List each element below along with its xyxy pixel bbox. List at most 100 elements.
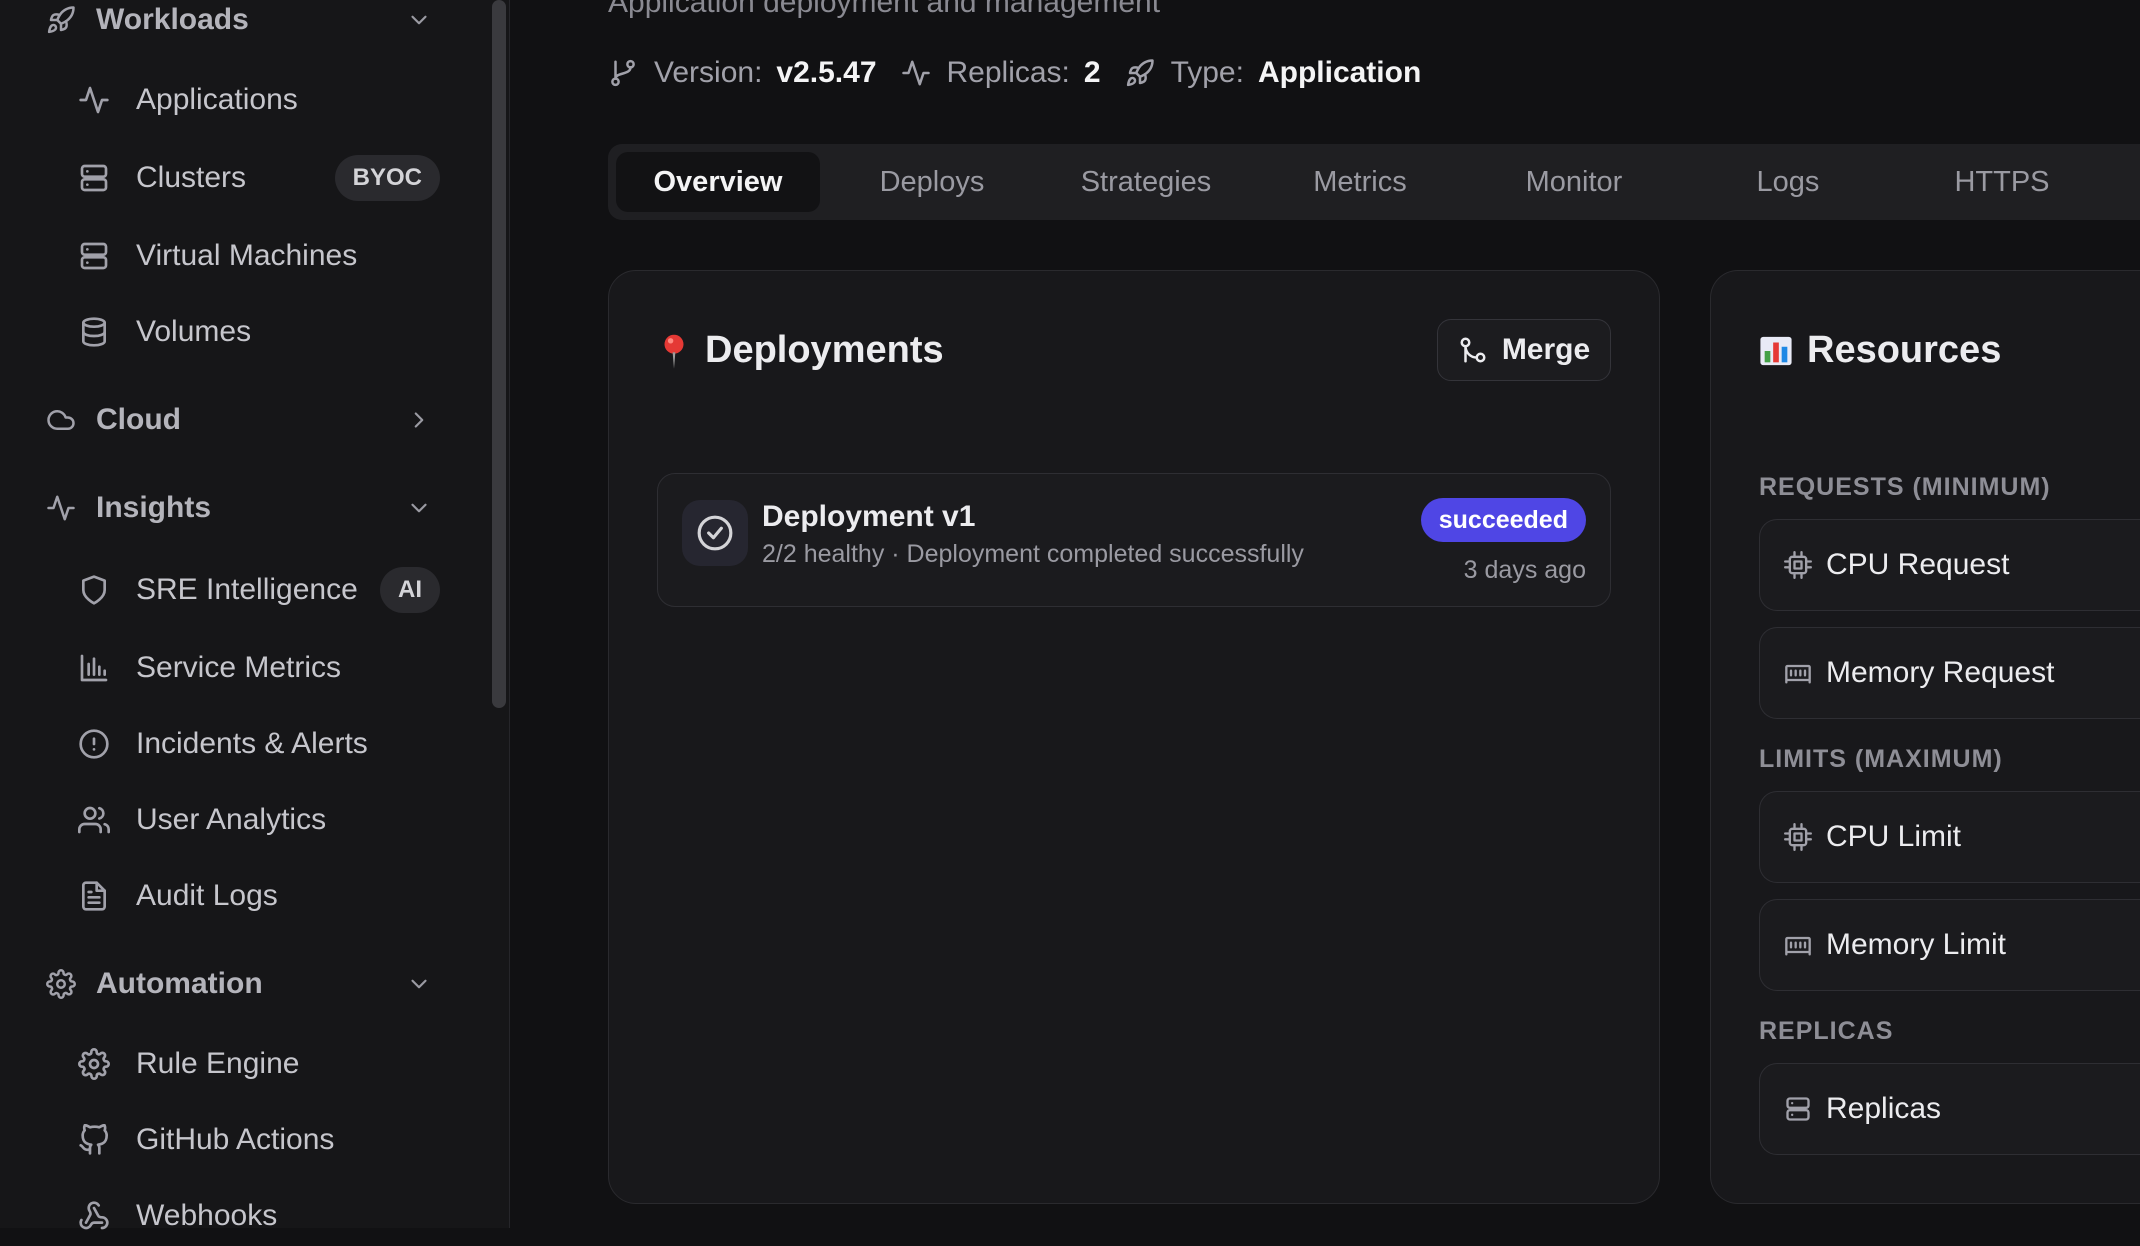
activity-icon <box>46 493 76 523</box>
sidebar-item-label: SRE Intelligence <box>136 573 358 606</box>
page-subtitle: Application deployment and management <box>608 0 1161 19</box>
status-badge: succeeded <box>1420 498 1586 542</box>
sidebar-item-sre-intelligence[interactable]: SRE Intelligence AI <box>78 560 440 620</box>
deployments-card: Deployments Merge Deployment v1 2/2 heal… <box>608 270 1660 1204</box>
chevron-right-icon[interactable] <box>406 407 432 433</box>
chevron-down-icon[interactable] <box>406 971 432 997</box>
cpu-request-row[interactable]: CPU Request <box>1759 519 2140 611</box>
sidebar-item-virtual-machines[interactable]: Virtual Machines <box>78 226 440 286</box>
sidebar-item-label: GitHub Actions <box>136 1123 335 1156</box>
sidebar-item-github-actions[interactable]: GitHub Actions <box>78 1110 440 1170</box>
server-icon <box>78 240 110 272</box>
activity-icon <box>901 58 931 88</box>
memory-request-row[interactable]: Memory Request <box>1759 627 2140 719</box>
git-branch-icon <box>608 58 638 88</box>
memory-icon <box>1785 936 1811 956</box>
sidebar-item-user-analytics[interactable]: User Analytics <box>78 790 440 850</box>
tab-logs[interactable]: Logs <box>1686 152 1890 212</box>
rocket-icon <box>1125 58 1155 88</box>
deployment-time: 3 days ago <box>1463 556 1586 584</box>
sidebar-item-label: Audit Logs <box>136 879 278 912</box>
users-icon <box>78 804 110 836</box>
tab-monitor[interactable]: Monitor <box>1472 152 1676 212</box>
sidebar-item-volumes[interactable]: Volumes <box>78 302 440 362</box>
sidebar-item-label: Rule Engine <box>136 1047 300 1080</box>
sidebar-group-label: Cloud <box>96 403 181 436</box>
sidebar-group-label: Automation <box>96 967 263 1000</box>
rocket-icon <box>46 5 76 35</box>
sidebar-item-label: Volumes <box>136 315 252 348</box>
memory-limit-row[interactable]: Memory Limit <box>1759 899 2140 991</box>
sidebar-group-automation[interactable]: Automation <box>46 958 446 1010</box>
sidebar-item-applications[interactable]: Applications <box>78 70 440 130</box>
shield-icon <box>78 574 110 606</box>
sidebar-scrollbar[interactable] <box>492 0 506 708</box>
version-value: v2.5.47 <box>776 56 877 89</box>
deployments-title: Deployments <box>657 329 944 372</box>
resources-title-text: Resources <box>1807 329 2002 371</box>
cpu-limit-row[interactable]: CPU Limit <box>1759 791 2140 883</box>
app-meta-row: Version: v2.5.47 Replicas: 2 Type: Appli… <box>608 50 1445 96</box>
limits-section-label: LIMITS (MAXIMUM) <box>1759 745 2003 773</box>
replicas-key: Replicas: <box>946 56 1070 89</box>
memory-limit-label: Memory Limit <box>1826 928 2007 961</box>
tab-overview[interactable]: Overview <box>616 152 820 212</box>
sidebar: Workloads Applications Clusters BYOC Vir… <box>0 0 510 1232</box>
sidebar-item-webhooks[interactable]: Webhooks <box>78 1186 440 1246</box>
merge-button[interactable]: Merge <box>1437 319 1611 381</box>
sidebar-group-insights[interactable]: Insights <box>46 482 446 534</box>
sidebar-item-audit-logs[interactable]: Audit Logs <box>78 866 440 926</box>
sidebar-item-label: Virtual Machines <box>136 239 358 272</box>
alert-circle-icon <box>78 728 110 760</box>
version-key: Version: <box>654 56 763 89</box>
tab-bar: Overview Deploys Strategies Metrics Moni… <box>608 144 2140 220</box>
tab-metrics[interactable]: Metrics <box>1258 152 1462 212</box>
pushpin-icon <box>657 332 691 370</box>
sidebar-item-service-metrics[interactable]: Service Metrics <box>78 638 440 698</box>
sidebar-item-label: Applications <box>136 83 298 116</box>
bar-chart-icon <box>78 652 110 684</box>
sidebar-item-label: Clusters <box>136 161 247 194</box>
gear-icon <box>78 1048 110 1080</box>
chevron-down-icon[interactable] <box>406 7 432 33</box>
resources-card: Resources REQUESTS (MINIMUM) CPU Request… <box>1710 270 2140 1204</box>
github-icon <box>78 1124 110 1156</box>
sidebar-group-label: Insights <box>96 491 212 524</box>
server-icon <box>1786 1097 1810 1121</box>
chevron-down-icon[interactable] <box>406 495 432 521</box>
ai-badge: AI <box>380 567 440 613</box>
deployment-row[interactable]: Deployment v1 2/2 healthy · Deployment c… <box>657 473 1611 607</box>
requests-section-label: REQUESTS (MINIMUM) <box>1759 473 2051 501</box>
sidebar-group-label: Workloads <box>96 3 249 36</box>
cloud-icon <box>46 405 76 435</box>
file-text-icon <box>78 880 110 912</box>
sidebar-group-workloads[interactable]: Workloads <box>46 0 446 46</box>
replicas-label: Replicas <box>1826 1092 1942 1125</box>
sidebar-item-label: User Analytics <box>136 803 327 836</box>
tab-https[interactable]: HTTPS <box>1900 152 2104 212</box>
check-circle-icon <box>682 500 748 566</box>
sidebar-item-label: Incidents & Alerts <box>136 727 368 760</box>
sidebar-item-incidents-alerts[interactable]: Incidents & Alerts <box>78 714 440 774</box>
webhook-icon <box>78 1200 110 1232</box>
memory-icon <box>1785 664 1811 684</box>
sidebar-item-clusters[interactable]: Clusters BYOC <box>78 148 440 208</box>
type-key: Type: <box>1170 56 1244 89</box>
sidebar-item-label: Service Metrics <box>136 651 342 684</box>
sidebar-group-cloud[interactable]: Cloud <box>46 394 446 446</box>
tab-strategies[interactable]: Strategies <box>1044 152 1248 212</box>
activity-icon <box>78 84 110 116</box>
sidebar-item-rule-engine[interactable]: Rule Engine <box>78 1034 440 1094</box>
replicas-row[interactable]: Replicas <box>1759 1063 2140 1155</box>
tab-deploys[interactable]: Deploys <box>830 152 1034 212</box>
cpu-icon <box>1784 551 1812 579</box>
byoc-badge: BYOC <box>334 155 440 201</box>
cpu-limit-label: CPU Limit <box>1826 820 1962 853</box>
memory-request-label: Memory Request <box>1826 656 2055 689</box>
deployment-name: Deployment v1 <box>762 500 976 533</box>
merge-button-label: Merge <box>1501 333 1591 366</box>
resources-title: Resources <box>1759 329 2001 372</box>
bar-chart-emoji-icon <box>1759 332 1793 370</box>
gear-icon <box>46 969 76 999</box>
server-icon <box>78 162 110 194</box>
